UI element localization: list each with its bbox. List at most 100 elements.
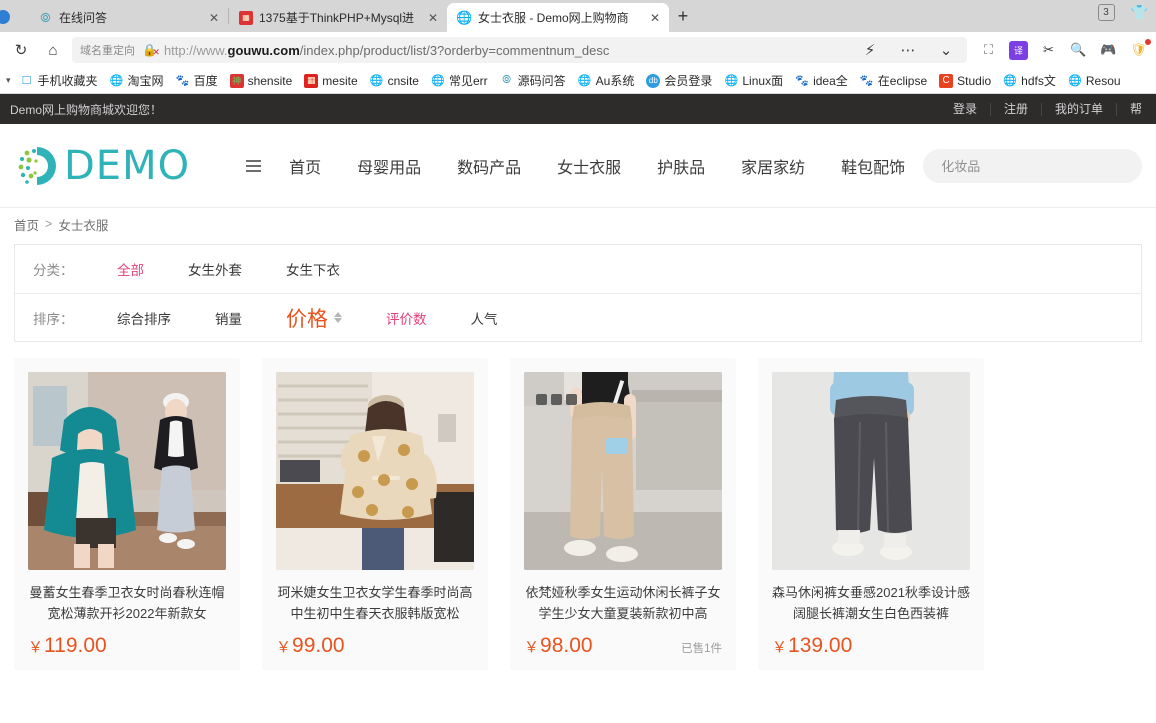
tab-close-icon[interactable]: ✕	[206, 10, 222, 26]
notification-badge	[1145, 38, 1151, 45]
new-tab-button[interactable]: +	[669, 2, 697, 30]
bookmark-item[interactable]: 🌐 常见err	[426, 72, 493, 89]
bookmark-item[interactable]: C Studio	[934, 73, 996, 88]
product-price: ￥98.00	[524, 634, 593, 658]
lightning-icon[interactable]: ⚡	[857, 37, 883, 63]
price-value: 98.00	[540, 634, 593, 657]
redirect-tag: 域名重定向	[80, 42, 135, 58]
game-icon[interactable]: 🎮	[1099, 41, 1118, 60]
sort-label: 排序：	[33, 311, 74, 327]
product-image[interactable]	[276, 372, 474, 570]
hamburger-icon[interactable]	[246, 159, 262, 172]
nav-item-digital[interactable]: 数码产品	[439, 154, 539, 178]
sort-option-price[interactable]: 价格	[264, 303, 364, 333]
window-accent-dot	[0, 10, 10, 24]
bookmark-item[interactable]: 🌐 Resou	[1063, 74, 1126, 88]
bookmark-item[interactable]: 🌐 hdfs文	[998, 72, 1061, 89]
nav-item-home[interactable]: 首页	[271, 154, 339, 178]
more-dots-icon[interactable]: ⋯	[895, 37, 921, 63]
bookmark-label: 在eclipse	[877, 74, 928, 88]
product-image[interactable]	[772, 372, 970, 570]
help-link[interactable]: 帮	[1117, 102, 1146, 116]
category-option-bottoms[interactable]: 女生下衣	[264, 259, 362, 279]
bookmark-item[interactable]: db 会员登录	[641, 72, 717, 89]
bookmark-label: 源码问答	[517, 74, 566, 88]
bookmark-item[interactable]: 🌐 Linux面	[719, 72, 788, 89]
reload-icon[interactable]: ↻	[8, 37, 34, 63]
category-filter-row: 分类： 全部 女生外套 女生下衣	[15, 245, 1141, 293]
browser-tab-3[interactable]: 🌐 女士衣服 - Demo网上购物商 ✕	[447, 3, 669, 32]
product-card[interactable]: 珂米婕女生卫衣女学生春季时尚高中生初中生春天衣服韩版宽松 ￥99.00	[262, 358, 488, 670]
translate-icon[interactable]: 译	[1009, 40, 1028, 60]
bookmark-label: Linux面	[742, 74, 784, 88]
welcome-text: Demo网上购物商城欢迎您！	[10, 102, 163, 117]
breadcrumb-separator: >	[45, 217, 53, 231]
my-orders-link[interactable]: 我的订单	[1042, 102, 1117, 116]
nav-item-shoes-bags[interactable]: 鞋包配饰	[823, 154, 923, 178]
search-input[interactable]: 化妆品	[923, 148, 1142, 183]
url-text: http://www.gouwu.com/index.php/product/l…	[164, 43, 609, 58]
bookmark-item[interactable]: 🌐 淘宝网	[105, 72, 169, 89]
bookmark-item[interactable]: ▦ mesite	[299, 73, 362, 88]
sort-filter-row: 排序： 综合排序 销量 价格 评价数 人气	[15, 293, 1141, 341]
nav-item-womens[interactable]: 女士衣服	[539, 154, 639, 178]
sort-option-reviews[interactable]: 评价数	[364, 308, 449, 328]
globe-icon: 🌐	[1003, 75, 1018, 87]
home-icon[interactable]: ⌂	[40, 37, 66, 63]
broken-lock-icon[interactable]: 🔒 ✕	[142, 43, 160, 57]
bookmark-item[interactable]: ⦾ 源码问答	[495, 72, 571, 89]
category-option-all[interactable]: 全部	[95, 259, 166, 279]
sort-option-comprehensive[interactable]: 综合排序	[95, 308, 193, 328]
bookmark-label: hdfs文	[1021, 74, 1056, 88]
product-image[interactable]	[28, 372, 226, 570]
tab-strip: ⦾ 在线问答 ✕ ▦ 1375基于ThinkPHP+Mysql进 ✕ 🌐 女士衣…	[0, 0, 1156, 32]
bookmark-label: 常见err	[448, 74, 488, 88]
browser-tab-1[interactable]: ⦾ 在线问答 ✕	[28, 3, 228, 32]
currency-symbol: ￥	[524, 639, 540, 656]
bookmark-item[interactable]: ☐ 手机收藏夹	[15, 72, 103, 89]
nav-item-baby[interactable]: 母婴用品	[339, 154, 439, 178]
omnibox[interactable]: 域名重定向 🔒 ✕ http://www.gouwu.com/index.php/…	[72, 37, 967, 63]
pocket-icon[interactable]: ⛶	[979, 41, 998, 60]
bookmark-item[interactable]: 神 shensite	[225, 73, 298, 88]
product-name[interactable]: 依梵娅秋季女生运动休闲长裤子女学生少女大童夏装新款初中高	[524, 582, 722, 624]
chevron-down-icon[interactable]: ⌄	[933, 37, 959, 63]
product-name[interactable]: 森马休闲裤女垂感2021秋季设计感阔腿长裤潮女生白色西装裤	[772, 582, 970, 624]
product-card[interactable]: 依梵娅秋季女生运动休闲长裤子女学生少女大童夏装新款初中高 ￥98.00 已售1件	[510, 358, 736, 670]
price-value: 139.00	[788, 634, 853, 657]
login-link[interactable]: 登录	[940, 102, 991, 116]
nav-item-home-textile[interactable]: 家居家纺	[723, 154, 823, 178]
product-name[interactable]: 珂米婕女生卫衣女学生春季时尚高中生初中生春天衣服韩版宽松	[276, 582, 474, 624]
bookmark-label: mesite	[322, 73, 358, 88]
sort-option-sales[interactable]: 销量	[193, 308, 264, 328]
bookmark-item[interactable]: 🐾 在eclipse	[855, 72, 932, 89]
tab-close-icon[interactable]: ✕	[647, 10, 663, 26]
product-card[interactable]: 曼蓄女生春季卫衣女时尚春秋连帽宽松薄款开衫2022年新款女 ￥119.00	[14, 358, 240, 670]
bookmark-item[interactable]: 🐾 百度	[171, 72, 223, 89]
shield-icon[interactable]: 🛡	[1129, 38, 1151, 60]
shirt-icon[interactable]: 👕	[1131, 4, 1148, 21]
bookmarks-bar: ▾ ☐ 手机收藏夹 🌐 淘宝网 🐾 百度 神 shensite ▦ mesite 🌐 cns…	[0, 68, 1156, 94]
register-link[interactable]: 注册	[991, 102, 1042, 116]
topbar-links: 登录 注册 我的订单 帮	[940, 102, 1146, 116]
product-name[interactable]: 曼蓄女生春季卫衣女时尚春秋连帽宽松薄款开衫2022年新款女	[28, 582, 226, 624]
bookmark-item[interactable]: 🐾 idea全	[790, 72, 853, 89]
bookmark-item[interactable]: 🌐 cnsite	[365, 74, 424, 88]
bookmark-item[interactable]: 🌐 Au系统	[573, 72, 640, 89]
tab-close-icon[interactable]: ✕	[425, 10, 441, 26]
sort-option-popularity[interactable]: 人气	[449, 308, 520, 328]
tab-title: 在线问答	[59, 11, 108, 25]
bookmarks-overflow-icon[interactable]: ▾	[4, 75, 13, 86]
browser-tab-2[interactable]: ▦ 1375基于ThinkPHP+Mysql进 ✕	[229, 3, 447, 32]
redirect-tag-text: 域名重定向	[80, 45, 135, 57]
tab-count-badge[interactable]: 3	[1097, 4, 1115, 21]
product-image[interactable]	[524, 372, 722, 570]
c-icon: C	[939, 73, 954, 88]
breadcrumb-home[interactable]: 首页	[14, 215, 39, 234]
product-card[interactable]: 森马休闲裤女垂感2021秋季设计感阔腿长裤潮女生白色西装裤 ￥139.00	[758, 358, 984, 670]
site-logo[interactable]: DEMO	[14, 143, 190, 189]
category-option-coats[interactable]: 女生外套	[166, 259, 264, 279]
scissors-icon[interactable]: ✂	[1039, 41, 1058, 60]
search-icon[interactable]: 🔍	[1069, 41, 1088, 60]
nav-item-skincare[interactable]: 护肤品	[639, 154, 723, 178]
